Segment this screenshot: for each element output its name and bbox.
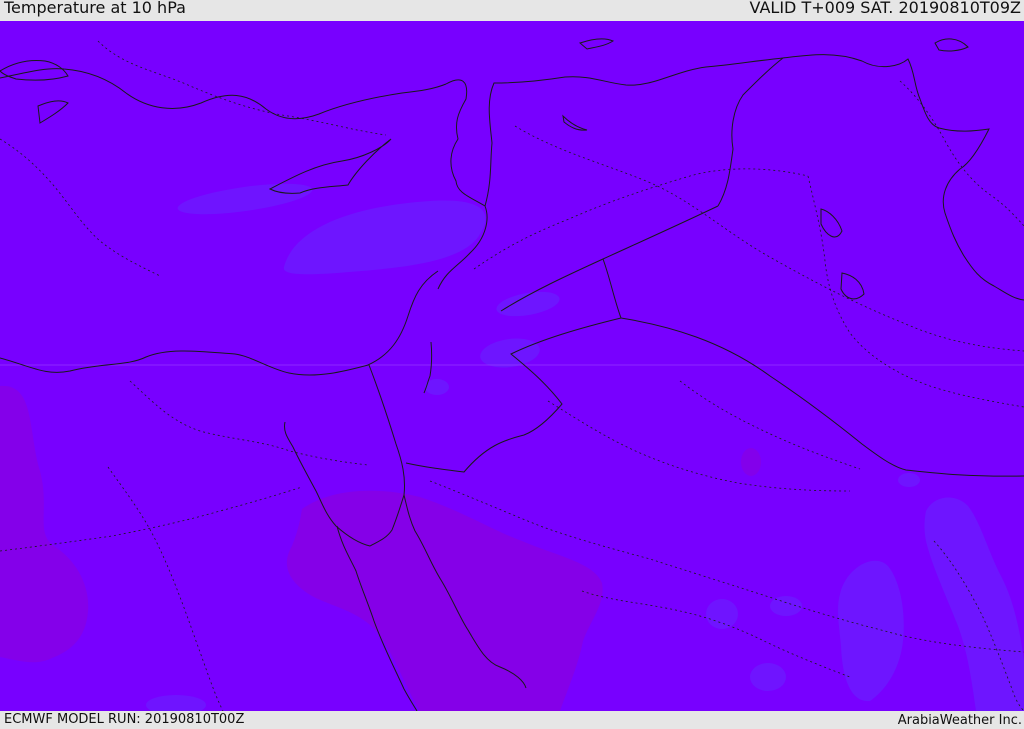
temperature-map xyxy=(0,21,1024,711)
cool-temperature-patch xyxy=(706,599,738,629)
cool-temperature-patch xyxy=(898,473,920,487)
map-title: Temperature at 10 hPa xyxy=(4,0,186,17)
valid-time: VALID T+009 SAT. 20190810T09Z xyxy=(749,0,1021,17)
cool-temperature-patch xyxy=(750,663,786,691)
weather-map-frame: Temperature at 10 hPa VALID T+009 SAT. 2… xyxy=(0,0,1024,729)
warm-temperature-spot xyxy=(741,448,761,476)
footer-bar: ECMWF MODEL RUN: 20190810T00Z ArabiaWeat… xyxy=(0,711,1024,729)
cool-temperature-patch xyxy=(770,596,802,616)
brand-label: ArabiaWeather Inc. xyxy=(897,713,1022,728)
map-canvas xyxy=(0,21,1024,711)
header-bar: Temperature at 10 hPa VALID T+009 SAT. 2… xyxy=(0,0,1024,21)
model-run-label: ECMWF MODEL RUN: 20190810T00Z xyxy=(4,712,245,727)
